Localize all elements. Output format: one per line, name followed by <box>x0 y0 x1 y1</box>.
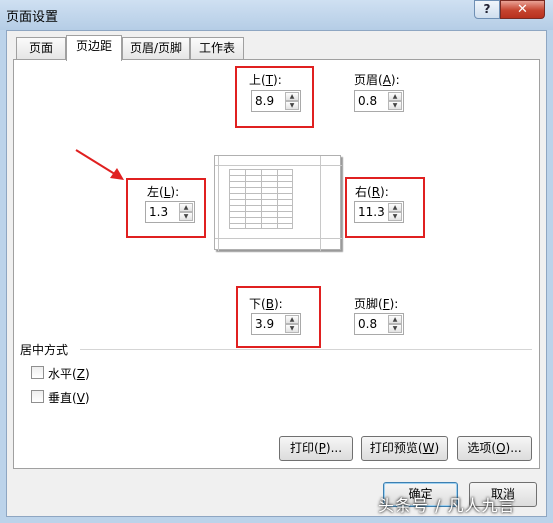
tab-page[interactable]: 页面 <box>16 37 66 59</box>
spin-down-icon[interactable]: ▼ <box>285 324 299 333</box>
tab-margins[interactable]: 页边距 <box>66 35 122 61</box>
top-margin-value: 8.9 <box>255 94 275 108</box>
page-preview <box>214 155 342 251</box>
vertical-checkbox[interactable] <box>31 390 44 403</box>
spin-down-icon[interactable]: ▼ <box>388 324 402 333</box>
spin-down-icon[interactable]: ▼ <box>285 101 299 110</box>
bottom-margin-value: 3.9 <box>255 317 275 331</box>
help-button[interactable]: ? <box>474 0 500 19</box>
spin-up-icon[interactable]: ▲ <box>285 315 299 324</box>
bottom-margin-label: 下(B): <box>249 297 283 311</box>
spin-up-icon[interactable]: ▲ <box>285 92 299 101</box>
spin-down-icon[interactable]: ▼ <box>388 212 402 221</box>
spin-up-icon[interactable]: ▲ <box>179 203 193 212</box>
red-arrow-icon <box>75 149 124 180</box>
spin-up-icon[interactable]: ▲ <box>388 315 402 324</box>
right-margin-label: 右(R): <box>355 185 389 199</box>
close-button[interactable]: ✕ <box>500 0 545 19</box>
top-margin-spinner[interactable]: 8.9 ▲ ▼ <box>251 90 301 112</box>
header-margin-value: 0.8 <box>358 94 378 108</box>
spin-down-icon[interactable]: ▼ <box>388 101 402 110</box>
left-margin-label: 左(L): <box>147 185 180 199</box>
preview-grid <box>229 169 293 229</box>
print-button[interactable]: 打印(P)... <box>279 436 353 461</box>
top-margin-label: 上(T): <box>249 73 282 87</box>
bottom-margin-spinner[interactable]: 3.9 ▲ ▼ <box>251 313 301 335</box>
left-margin-spinner[interactable]: 1.3 ▲ ▼ <box>145 201 195 223</box>
footer-margin-spinner[interactable]: 0.8 ▲ ▼ <box>354 313 404 335</box>
spin-down-icon[interactable]: ▼ <box>179 212 193 221</box>
centering-divider <box>80 349 532 350</box>
right-margin-spinner[interactable]: 11.3 ▲ ▼ <box>354 201 404 223</box>
vertical-label[interactable]: 垂直(V) <box>48 389 90 406</box>
title-bar <box>0 0 553 30</box>
tab-header-footer[interactable]: 页眉/页脚 <box>122 37 190 59</box>
spin-up-icon[interactable]: ▲ <box>388 203 402 212</box>
header-margin-label: 页眉(A): <box>354 73 400 87</box>
header-margin-spinner[interactable]: 0.8 ▲ ▼ <box>354 90 404 112</box>
footer-margin-label: 页脚(F): <box>354 297 399 311</box>
window-title: 页面设置 <box>6 10 59 25</box>
centering-title: 居中方式 <box>20 343 69 357</box>
tab-sheet[interactable]: 工作表 <box>190 37 244 59</box>
horizontal-label[interactable]: 水平(Z) <box>48 365 90 382</box>
footer-margin-value: 0.8 <box>358 317 378 331</box>
print-preview-button[interactable]: 打印预览(W) <box>361 436 448 461</box>
horizontal-checkbox[interactable] <box>31 366 44 379</box>
left-margin-value: 1.3 <box>149 205 169 219</box>
spin-up-icon[interactable]: ▲ <box>388 92 402 101</box>
watermark: 头条号 / 凡人九言 <box>378 496 516 515</box>
options-button[interactable]: 选项(O)... <box>457 436 532 461</box>
right-margin-value: 11.3 <box>358 205 385 219</box>
